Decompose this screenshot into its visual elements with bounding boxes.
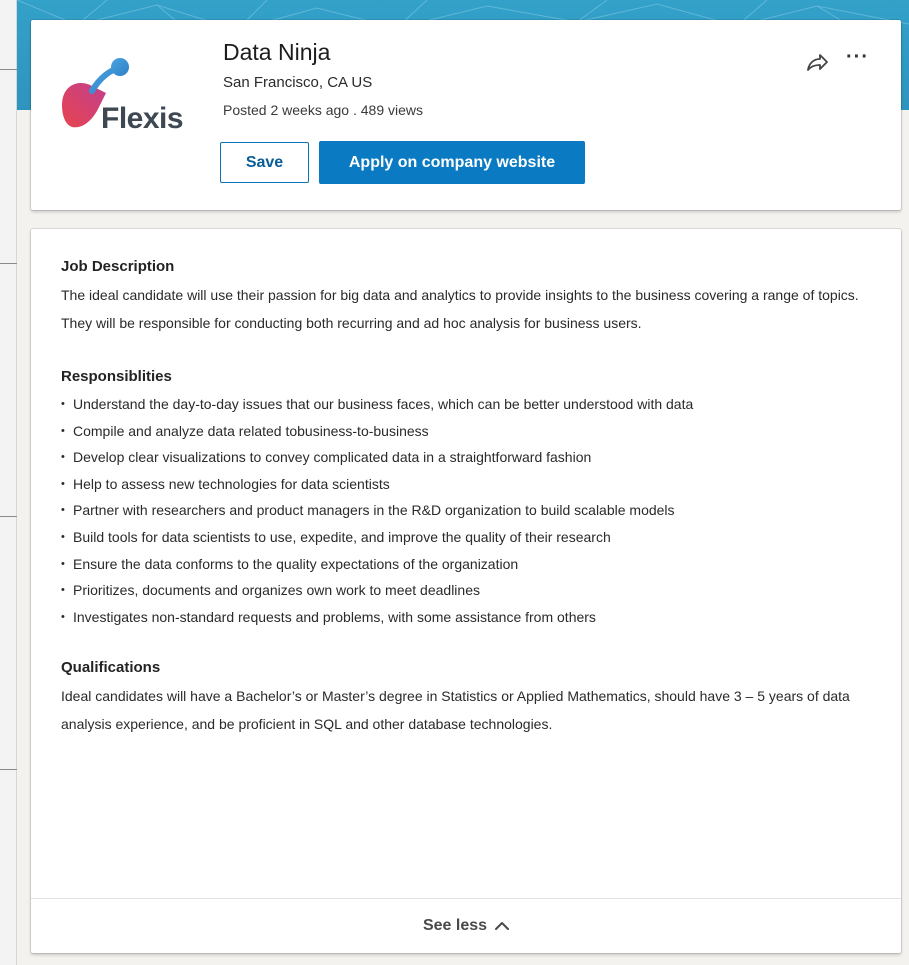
responsibilities-section: Responsiblities Understand the day-to-da… (61, 368, 861, 630)
left-rail (0, 0, 17, 965)
job-location: San Francisco, CA US (223, 74, 373, 91)
see-less-button[interactable]: See less (31, 899, 901, 953)
save-button[interactable]: Save (220, 142, 309, 183)
responsibilities-list: Understand the day-to-day issues that ou… (61, 391, 861, 630)
list-item: Investigates non-standard requests and p… (61, 604, 861, 631)
chevron-up-icon (495, 922, 510, 930)
responsibilities-heading: Responsiblities (61, 368, 172, 385)
company-logo[interactable]: Flexis (56, 47, 196, 187)
list-item: Help to assess new technologies for data… (61, 471, 861, 498)
list-item: Understand the day-to-day issues that ou… (61, 391, 861, 418)
job-description-heading: Job Description (61, 258, 175, 275)
see-less-label: See less (422, 917, 488, 934)
list-item: Ensure the data conforms to the quality … (61, 551, 861, 578)
company-logo-text: Flexis (101, 102, 184, 135)
qualifications-text: Ideal candidates will have a Bachelor’s … (61, 688, 850, 732)
list-item: Develop clear visualizations to convey c… (61, 444, 861, 471)
job-description-card: Job Description The ideal candidate will… (31, 229, 901, 953)
job-title: Data Ninja (223, 39, 331, 65)
apply-button[interactable]: Apply on company website (319, 141, 585, 184)
qualifications-heading: Qualifications (61, 659, 161, 676)
more-options-icon[interactable]: ··· (846, 46, 869, 69)
list-item: Prioritizes, documents and organizes own… (61, 577, 861, 604)
list-item: Compile and analyze data related tobusin… (61, 418, 861, 445)
share-icon[interactable] (805, 51, 829, 73)
job-header-card: Flexis Data Ninja San Francisco, CA US P… (31, 20, 901, 210)
qualifications-section: Qualifications Ideal candidates will hav… (61, 659, 861, 738)
job-description-text: The ideal candidate will use their passi… (61, 287, 859, 331)
job-description-section: Job Description The ideal candidate will… (61, 258, 861, 337)
list-item: Partner with researchers and product man… (61, 497, 861, 524)
list-item: Build tools for data scientists to use, … (61, 524, 861, 551)
job-posted-meta: Posted 2 weeks ago . 489 views (223, 102, 424, 118)
